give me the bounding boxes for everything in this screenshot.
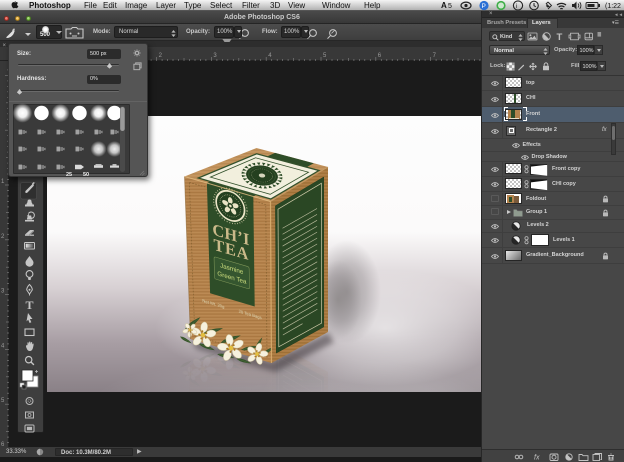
svg-text:4: 4 bbox=[268, 53, 272, 59]
svg-text:T: T bbox=[557, 32, 563, 42]
svg-text:A: A bbox=[441, 1, 447, 10]
svg-text:3: 3 bbox=[213, 53, 217, 59]
svg-text:6: 6 bbox=[378, 53, 382, 59]
svg-text:4: 4 bbox=[1, 343, 5, 349]
svg-text:2: 2 bbox=[1, 234, 5, 240]
svg-text:i: i bbox=[516, 3, 517, 10]
svg-text:(1:22: (1:22 bbox=[605, 3, 621, 10]
svg-text:50: 50 bbox=[83, 172, 89, 178]
svg-text:P: P bbox=[482, 3, 486, 10]
svg-text:5: 5 bbox=[448, 3, 452, 10]
svg-text:1: 1 bbox=[1, 179, 5, 185]
svg-text:3: 3 bbox=[1, 289, 5, 295]
svg-text:T: T bbox=[25, 298, 33, 312]
svg-text:2: 2 bbox=[159, 53, 163, 59]
svg-text:7: 7 bbox=[433, 53, 437, 59]
svg-text:5: 5 bbox=[323, 53, 327, 59]
svg-text:fx: fx bbox=[534, 455, 540, 462]
svg-text:5: 5 bbox=[1, 398, 5, 404]
svg-text:25: 25 bbox=[66, 172, 72, 178]
